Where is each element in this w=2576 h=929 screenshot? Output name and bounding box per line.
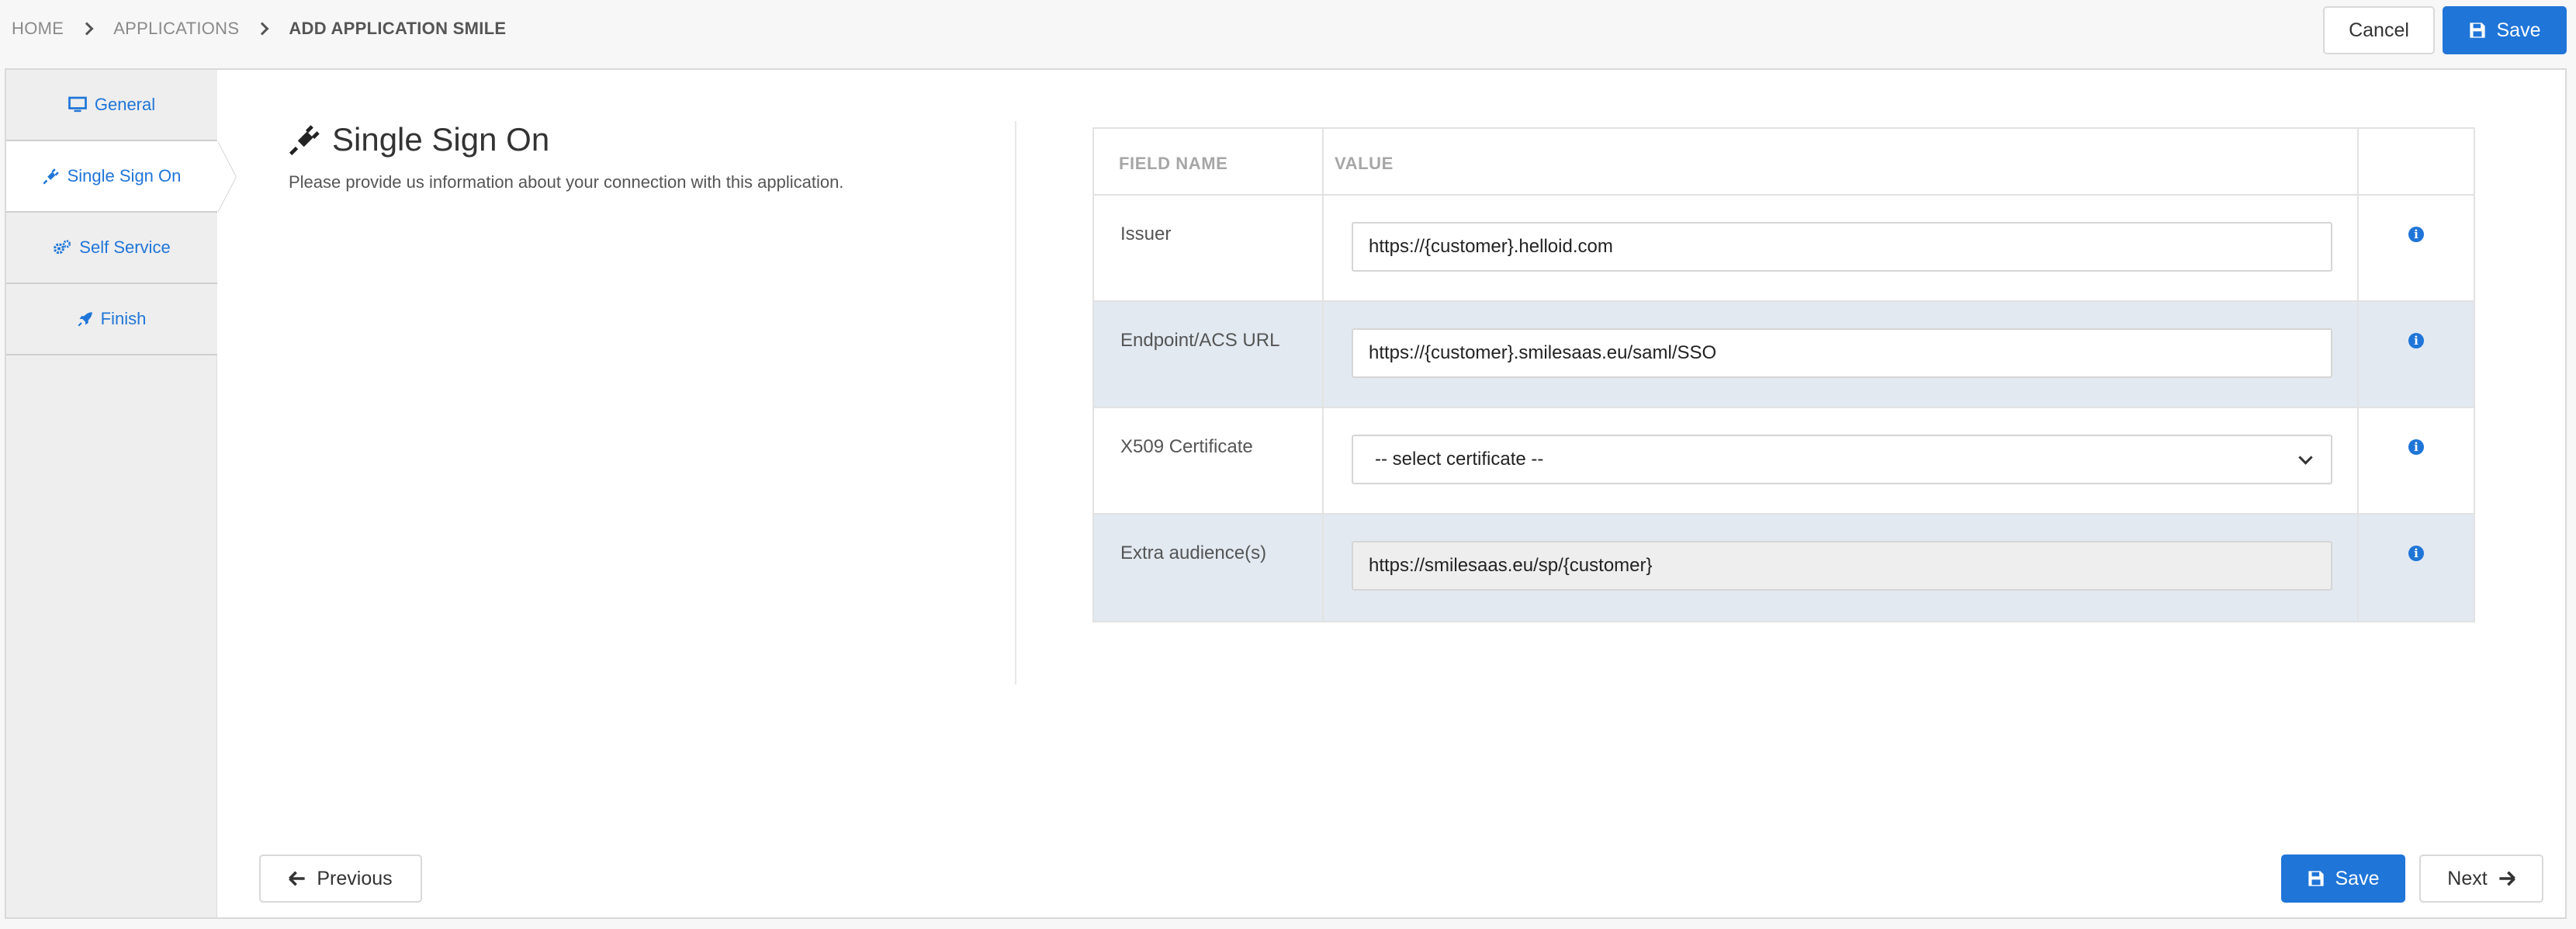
field-name-endpoint: Endpoint/ACS URL [1094,302,1324,407]
tab-self-service-label: Self Service [79,237,171,257]
next-button[interactable]: Next [2419,854,2543,903]
field-value-cell: https://{customer}.smilesaas.eu/saml/SSO [1324,302,2359,407]
top-bar: HOME APPLICATIONS ADD APPLICATION SMILE … [0,0,2576,62]
floppy-disk-icon [2469,23,2485,38]
arrow-right-icon [2499,871,2515,886]
certificate-select-value: -- select certificate -- [1375,449,1544,470]
top-actions: Cancel Save [2323,6,2567,54]
save-button-label: Save [2496,19,2541,41]
extra-audiences-input[interactable]: https://smilesaas.eu/sp/{customer} [1352,541,2332,591]
breadcrumb-home[interactable]: HOME [12,19,64,39]
tab-self-service[interactable]: Self Service [6,213,217,284]
info-cell: i [2359,302,2474,407]
tab-finish[interactable]: Finish [6,284,217,355]
next-button-label: Next [2447,867,2488,889]
field-value-cell: -- select certificate -- [1324,408,2359,513]
page-title-text: Single Sign On [332,121,550,158]
info-icon[interactable]: i [2408,227,2424,242]
cancel-button-label: Cancel [2349,19,2409,41]
certificate-select[interactable]: -- select certificate -- [1352,435,2332,484]
table-row-issuer: Issuer https://{customer}.helloid.com i [1094,196,2474,302]
endpoint-acs-url-input[interactable]: https://{customer}.smilesaas.eu/saml/SSO [1352,328,2332,378]
table-row-extra-audiences: Extra audience(s) https://smilesaas.eu/s… [1094,515,2474,621]
column-header-field-name: FIELD NAME [1094,129,1324,194]
fields-table: FIELD NAME VALUE Issuer https://{custome… [1092,127,2475,622]
table-row-endpoint: Endpoint/ACS URL https://{customer}.smil… [1094,302,2474,408]
column-header-value: VALUE [1324,129,2359,194]
vertical-divider [1015,121,1016,685]
floppy-disk-icon [2308,871,2324,886]
cancel-button[interactable]: Cancel [2323,6,2435,54]
monitor-icon [68,96,87,113]
page-description: Please provide us information about your… [289,172,844,192]
chevron-right-icon [80,22,94,36]
wizard-steps: General Single Sign On Self Service Fini… [6,70,217,917]
tab-single-sign-on-label: Single Sign On [67,166,182,185]
issuer-input[interactable]: https://{customer}.helloid.com [1352,222,2332,272]
tab-finish-label: Finish [100,309,147,328]
breadcrumb-current: ADD APPLICATION SMILE [289,19,507,38]
section-intro: Single Sign On Please provide us informa… [289,121,1018,192]
chevron-down-icon [2298,449,2313,465]
field-name-issuer: Issuer [1094,196,1324,300]
previous-button[interactable]: Previous [259,854,422,903]
chevron-right-icon [255,22,269,36]
table-row-certificate: X509 Certificate -- select certificate -… [1094,408,2474,515]
field-name-certificate: X509 Certificate [1094,408,1324,513]
save-button[interactable]: Save [2443,6,2567,54]
column-header-info [2359,129,2474,194]
tab-general-label: General [94,95,156,114]
table-header-row: FIELD NAME VALUE [1094,129,2474,196]
previous-button-label: Previous [317,867,393,889]
page-title: Single Sign On [289,121,1018,158]
arrow-left-icon [289,871,305,886]
breadcrumb-applications[interactable]: APPLICATIONS [113,19,239,39]
gears-icon [54,240,71,255]
breadcrumb: HOME APPLICATIONS ADD APPLICATION SMILE [12,19,506,39]
field-value-cell: https://{customer}.helloid.com [1324,196,2359,300]
info-cell: i [2359,408,2474,513]
plug-icon [43,168,59,185]
info-cell: i [2359,196,2474,300]
rocket-icon [78,312,92,327]
info-icon[interactable]: i [2408,546,2424,561]
tab-single-sign-on[interactable]: Single Sign On [6,141,217,213]
save-button-bottom-label: Save [2335,867,2380,889]
info-icon[interactable]: i [2408,333,2424,348]
save-button-bottom[interactable]: Save [2281,854,2405,903]
tab-general[interactable]: General [6,70,217,141]
info-cell: i [2359,515,2474,621]
wizard-panel: General Single Sign On Self Service Fini… [5,68,2567,919]
field-name-extra-audiences: Extra audience(s) [1094,515,1324,621]
plug-icon [289,125,320,156]
info-icon[interactable]: i [2408,439,2424,455]
field-value-cell: https://smilesaas.eu/sp/{customer} [1324,515,2359,621]
